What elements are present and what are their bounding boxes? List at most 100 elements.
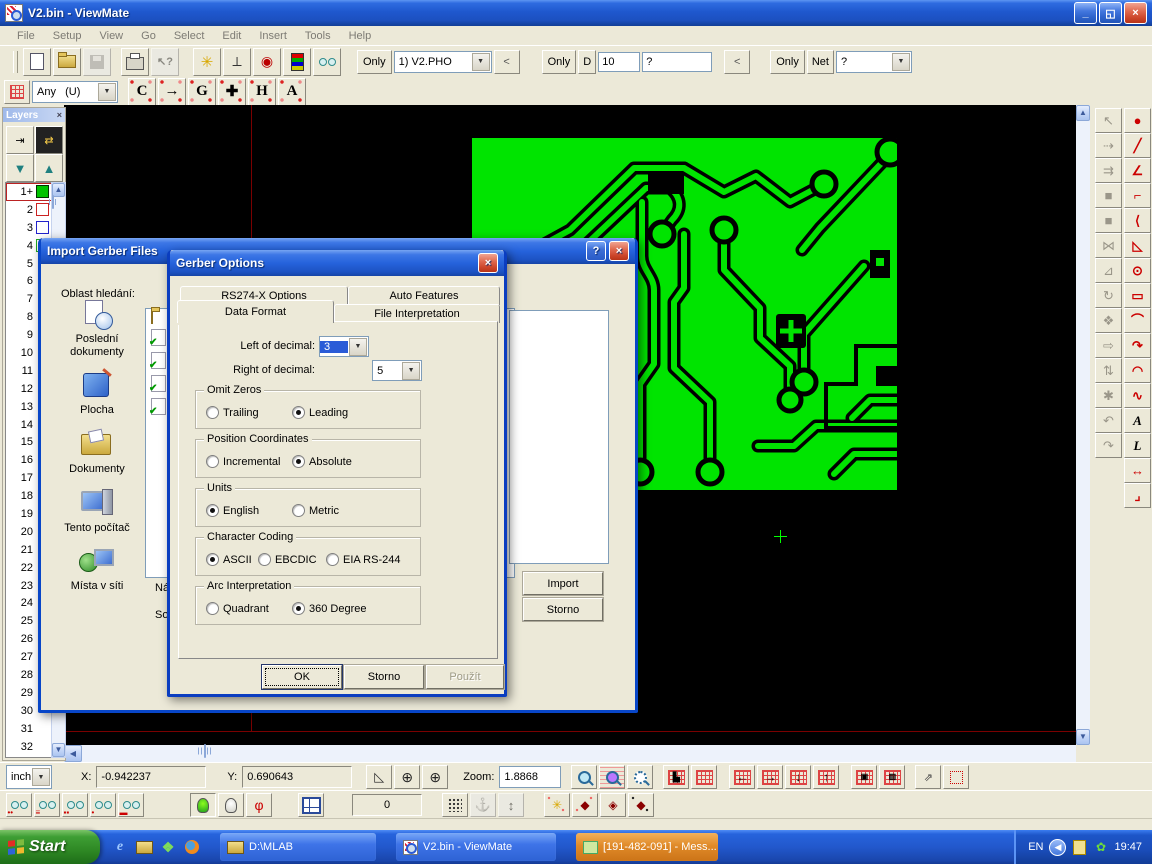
- layer-swatch[interactable]: [36, 221, 49, 234]
- tab-data-format[interactable]: Data Format: [177, 300, 334, 323]
- text-tool[interactable]: A: [1124, 408, 1151, 433]
- cancel-button[interactable]: Storno: [344, 665, 424, 689]
- cancel-button[interactable]: Storno: [523, 598, 603, 621]
- left-of-decimal-select[interactable]: 3 ▼: [319, 336, 369, 357]
- new-file-button[interactable]: [23, 48, 51, 76]
- dcode-h-icon[interactable]: H: [248, 78, 276, 106]
- canvas-vscrollbar[interactable]: ▲ ▼: [1076, 105, 1090, 745]
- zoom-grid-button[interactable]: [599, 765, 625, 789]
- quicklaunch-book-icon[interactable]: ❖: [159, 838, 177, 856]
- dcode-a-icon[interactable]: A: [278, 78, 306, 106]
- radio-icon[interactable]: [206, 504, 219, 517]
- settings-tool[interactable]: ✱: [1095, 383, 1122, 408]
- dcode-arrow-icon[interactable]: →: [158, 78, 186, 106]
- restore-button[interactable]: ◱: [1099, 2, 1122, 24]
- layer-mix-button[interactable]: ⇄: [35, 126, 63, 154]
- draw-arc2-tool[interactable]: ◠: [1124, 358, 1151, 383]
- radio-metric[interactable]: Metric: [292, 504, 339, 517]
- right-of-decimal-select[interactable]: 5 ▼: [372, 360, 422, 381]
- chevron-down-icon[interactable]: ▼: [402, 362, 420, 380]
- prev-layer-button[interactable]: <: [494, 50, 520, 74]
- layer-row[interactable]: 33: [6, 756, 52, 759]
- draw-bend-tool[interactable]: ⌟: [1124, 483, 1151, 508]
- aperture-filter-select[interactable]: Any (U) ▼: [32, 81, 118, 103]
- taskbar-task-viewmate[interactable]: V2.bin - ViewMate: [396, 833, 556, 861]
- select-cursor-tool[interactable]: ↖: [1095, 108, 1122, 133]
- grid-snap-button[interactable]: ▣: [851, 765, 877, 789]
- dcode-filter-input[interactable]: ?: [642, 52, 712, 72]
- dcode-g-icon[interactable]: G: [188, 78, 216, 106]
- dcode-input[interactable]: 10: [598, 52, 640, 72]
- menu-item[interactable]: Insert: [250, 28, 296, 44]
- help-button[interactable]: ?: [586, 241, 606, 261]
- draw-chord-tool[interactable]: ⌒: [1124, 308, 1151, 333]
- scroll-up-icon[interactable]: ▲: [1076, 105, 1090, 121]
- radio-icon[interactable]: [292, 406, 305, 419]
- draw-triangle-tool[interactable]: ◺: [1124, 233, 1151, 258]
- filled-rect-tool[interactable]: ■: [1095, 183, 1122, 208]
- context-help-button[interactable]: ↖?: [151, 48, 179, 76]
- rotate-tool[interactable]: ↻: [1095, 283, 1122, 308]
- prev-dcode-button[interactable]: <: [724, 50, 750, 74]
- flip-vertical-tool[interactable]: ⊿: [1095, 258, 1122, 283]
- pattern-diamond-dot-button[interactable]: ◆: [628, 793, 654, 817]
- radio-trailing[interactable]: Trailing: [206, 406, 259, 419]
- pattern-diamond-button[interactable]: ◆: [572, 793, 598, 817]
- menu-item[interactable]: Select: [165, 28, 214, 44]
- tray-clipboard-icon[interactable]: [1072, 840, 1087, 855]
- layer-up-button[interactable]: ▲: [35, 154, 63, 182]
- view-dcode-dots-button[interactable]: ••: [6, 793, 32, 817]
- pan-right-icon[interactable]: →: [757, 765, 783, 789]
- import-button[interactable]: Import: [523, 572, 603, 595]
- radio-icon[interactable]: [206, 602, 219, 615]
- units-select[interactable]: inch ▼: [6, 765, 52, 789]
- transform-tool[interactable]: ⇅: [1095, 358, 1122, 383]
- filled-rect-alt-tool[interactable]: ■: [1095, 208, 1122, 233]
- open-file-button[interactable]: [53, 48, 81, 76]
- toolbar-grip[interactable]: [13, 51, 18, 73]
- layer-row[interactable]: 3: [6, 219, 52, 237]
- close-button[interactable]: ×: [478, 253, 498, 273]
- layer-swatch[interactable]: [36, 203, 49, 216]
- close-button[interactable]: ×: [609, 241, 629, 261]
- dcode-c-icon[interactable]: C: [128, 78, 156, 106]
- chevron-down-icon[interactable]: ▼: [32, 768, 50, 786]
- documents[interactable]: Dokumenty: [51, 430, 143, 476]
- layer-collapse-button[interactable]: ⇥: [6, 126, 34, 154]
- canvas-hscrollbar[interactable]: ◀: [64, 745, 1076, 762]
- pattern-flash-button[interactable]: ✳: [544, 793, 570, 817]
- lamp-off-button[interactable]: [218, 793, 244, 817]
- tray-icq-icon[interactable]: ✿: [1093, 840, 1108, 855]
- scale-tool[interactable]: ❖: [1095, 308, 1122, 333]
- select-area-button[interactable]: [943, 765, 969, 789]
- gerber-file-icon[interactable]: [151, 398, 166, 415]
- scroll-left-icon[interactable]: ◀: [64, 745, 82, 762]
- scroll-thumb[interactable]: [52, 195, 54, 209]
- recent-documents[interactable]: Poslední dokumenty: [51, 300, 143, 358]
- radio-icon[interactable]: [258, 553, 271, 566]
- quicklaunch-folder-icon[interactable]: [135, 838, 153, 856]
- chevron-down-icon[interactable]: ▼: [98, 83, 116, 101]
- menu-item[interactable]: Go: [132, 28, 165, 44]
- radio-icon[interactable]: [292, 602, 305, 615]
- draw-circle-tool[interactable]: ⊙: [1124, 258, 1151, 283]
- draw-line-tool[interactable]: ╱: [1124, 133, 1151, 158]
- chevron-down-icon[interactable]: ▼: [349, 338, 367, 356]
- probe-lamp-button[interactable]: φ: [246, 793, 272, 817]
- angle-measure-button[interactable]: ◺: [366, 765, 392, 789]
- radio-absolute[interactable]: Absolute: [292, 455, 352, 468]
- radio-icon[interactable]: [292, 504, 305, 517]
- measure-mode-button[interactable]: ⟂: [223, 48, 251, 76]
- close-button[interactable]: ×: [1124, 2, 1147, 24]
- taskbar-task-mlab[interactable]: D:\MLAB: [220, 833, 376, 861]
- chart-grid-button[interactable]: ▙: [663, 765, 689, 789]
- highlight-grid-button[interactable]: [691, 765, 717, 789]
- gerber-file-icon[interactable]: [151, 375, 166, 392]
- scroll-down-icon[interactable]: ▼: [1076, 729, 1090, 745]
- network-places[interactable]: Místa v síti: [51, 547, 143, 593]
- save-file-button[interactable]: [83, 48, 111, 76]
- radio-english[interactable]: English: [206, 504, 259, 517]
- layer-select[interactable]: 1) V2.PHO ▼: [394, 51, 492, 73]
- dimension-tool[interactable]: ↔: [1124, 458, 1151, 483]
- probe-button[interactable]: ⊕: [422, 765, 448, 789]
